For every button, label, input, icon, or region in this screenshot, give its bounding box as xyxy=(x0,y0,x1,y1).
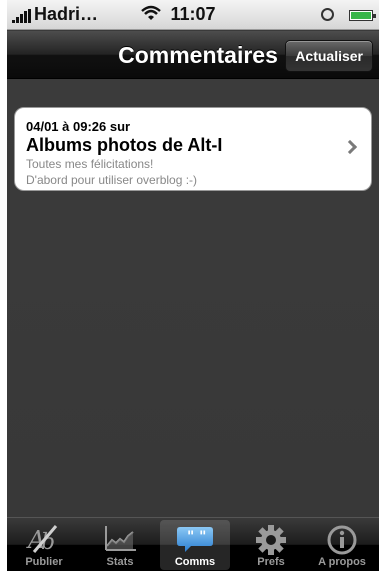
comment-text-line-2: D'abord pour utiliser overblog :-) xyxy=(26,173,198,187)
navigation-bar: Commentaires Actualiser xyxy=(7,31,379,79)
comment-album-title: Albums photos de Alt-I xyxy=(26,135,223,155)
rotation-lock-icon xyxy=(321,8,334,21)
tab-label: Stats xyxy=(106,556,134,568)
tab-bar: A b Publier Stats " " Comms Prefs A prop… xyxy=(7,517,379,571)
gear-icon xyxy=(256,525,286,555)
tab-label: Publier xyxy=(25,556,63,568)
info-icon xyxy=(327,525,357,555)
comment-text-line-1: Toutes mes félicitations! xyxy=(26,157,154,171)
chart-icon xyxy=(105,526,136,551)
comments-list: 04/01 à 09:26 sur Albums photos de Alt-I… xyxy=(7,80,379,517)
tab-comms[interactable]: " " Comms xyxy=(160,520,230,570)
tab-a-propos[interactable]: A propos xyxy=(307,520,377,570)
svg-text:" ": " " xyxy=(187,529,206,545)
comment-date: 04/01 à 09:26 sur xyxy=(26,119,131,134)
phone-screen: Hadri… 11:07 Commentaires Actualiser 04/… xyxy=(7,0,379,571)
pen-icon: A b xyxy=(26,525,58,554)
tab-label: A propos xyxy=(318,556,366,568)
tab-publier[interactable]: A b Publier xyxy=(9,520,79,570)
refresh-button[interactable]: Actualiser xyxy=(285,40,373,72)
tab-prefs[interactable]: Prefs xyxy=(236,520,306,570)
chevron-right-icon xyxy=(342,139,358,155)
comment-cell[interactable]: 04/01 à 09:26 sur Albums photos de Alt-I… xyxy=(14,107,372,191)
page-title: Commentaires xyxy=(118,42,278,68)
tab-label: Comms xyxy=(174,556,216,568)
tab-label: Prefs xyxy=(257,556,285,568)
speech-bubble-icon: " " xyxy=(177,527,213,552)
battery-icon xyxy=(349,10,376,21)
status-bar: Hadri… 11:07 xyxy=(7,0,379,30)
tab-stats[interactable]: Stats xyxy=(85,520,155,570)
